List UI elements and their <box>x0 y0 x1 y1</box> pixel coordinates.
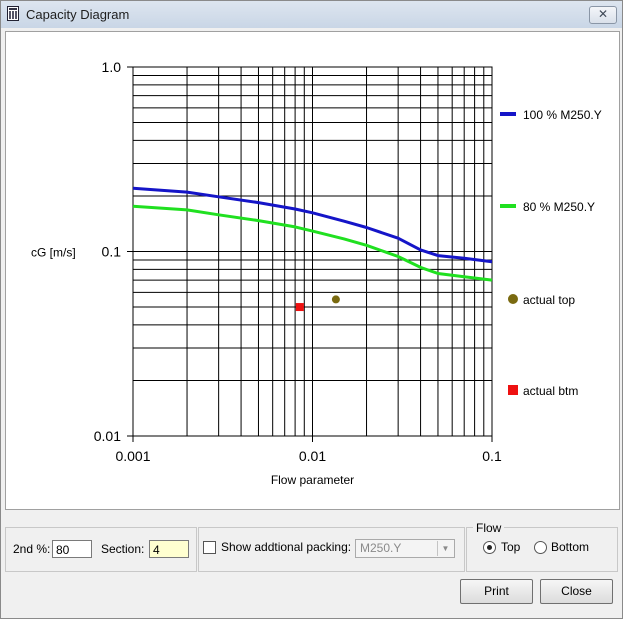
radio-selected-dot <box>487 545 492 550</box>
title-bar: Capacity Diagram ✕ <box>1 1 622 28</box>
flow-bottom-radio[interactable] <box>534 541 547 554</box>
y-axis-label: cG [m/s] <box>31 246 76 260</box>
bottom-controls: 2nd %: 80 Section: 4 Show addtional pack… <box>5 513 618 613</box>
app-icon <box>7 6 19 21</box>
flow-top-label: Top <box>501 540 521 554</box>
y-tick-label: 0.01 <box>94 428 121 444</box>
flow-bottom-label: Bottom <box>551 540 590 554</box>
second-percent-input[interactable]: 80 <box>52 540 92 558</box>
legend-label: actual btm <box>523 384 578 398</box>
x-tick-label: 0.01 <box>299 448 326 464</box>
capacity-chart: 0.001 0.01 0.1 1.0 0.1 0.01 Flow parameter cG [… <box>31 59 602 487</box>
show-packing-label: Show addtional packing: <box>221 540 352 554</box>
close-button[interactable]: Close <box>540 579 613 604</box>
window-close-button[interactable]: ✕ <box>589 6 617 24</box>
x-tick-label: 0.1 <box>482 448 502 464</box>
legend-label: 80 % M250.Y <box>523 200 595 214</box>
chevron-down-icon: ▼ <box>437 541 453 556</box>
legend-label: 100 % M250.Y <box>523 108 602 122</box>
legend-label: actual top <box>523 293 575 307</box>
chart-panel: 0.001 0.01 0.1 1.0 0.1 0.01 Flow parameter cG [… <box>5 31 620 510</box>
flow-top-radio[interactable] <box>483 541 496 554</box>
legend-marker <box>508 294 518 304</box>
flow-group-title: Flow <box>473 521 505 535</box>
x-tick-label: 0.001 <box>115 448 150 464</box>
x-axis-label: Flow parameter <box>271 473 354 487</box>
section-label: Section: <box>101 542 145 556</box>
data-point <box>295 303 304 312</box>
capacity-diagram-window: Capacity Diagram ✕ 0.001 0.01 0.1 1.0 0.1 0.0… <box>0 0 623 619</box>
data-point <box>331 295 340 304</box>
legend-marker <box>508 385 518 395</box>
show-packing-checkbox[interactable] <box>203 541 216 554</box>
window-title: Capacity Diagram <box>26 7 130 22</box>
second-percent-label: 2nd %: <box>13 542 51 556</box>
y-tick-label: 0.1 <box>102 244 122 260</box>
packing-select[interactable]: M250.Y ▼ <box>355 539 455 558</box>
packing-select-value: M250.Y <box>360 541 402 555</box>
section-input[interactable]: 4 <box>149 540 189 558</box>
print-button[interactable]: Print <box>460 579 533 604</box>
y-tick-label: 1.0 <box>102 59 122 75</box>
